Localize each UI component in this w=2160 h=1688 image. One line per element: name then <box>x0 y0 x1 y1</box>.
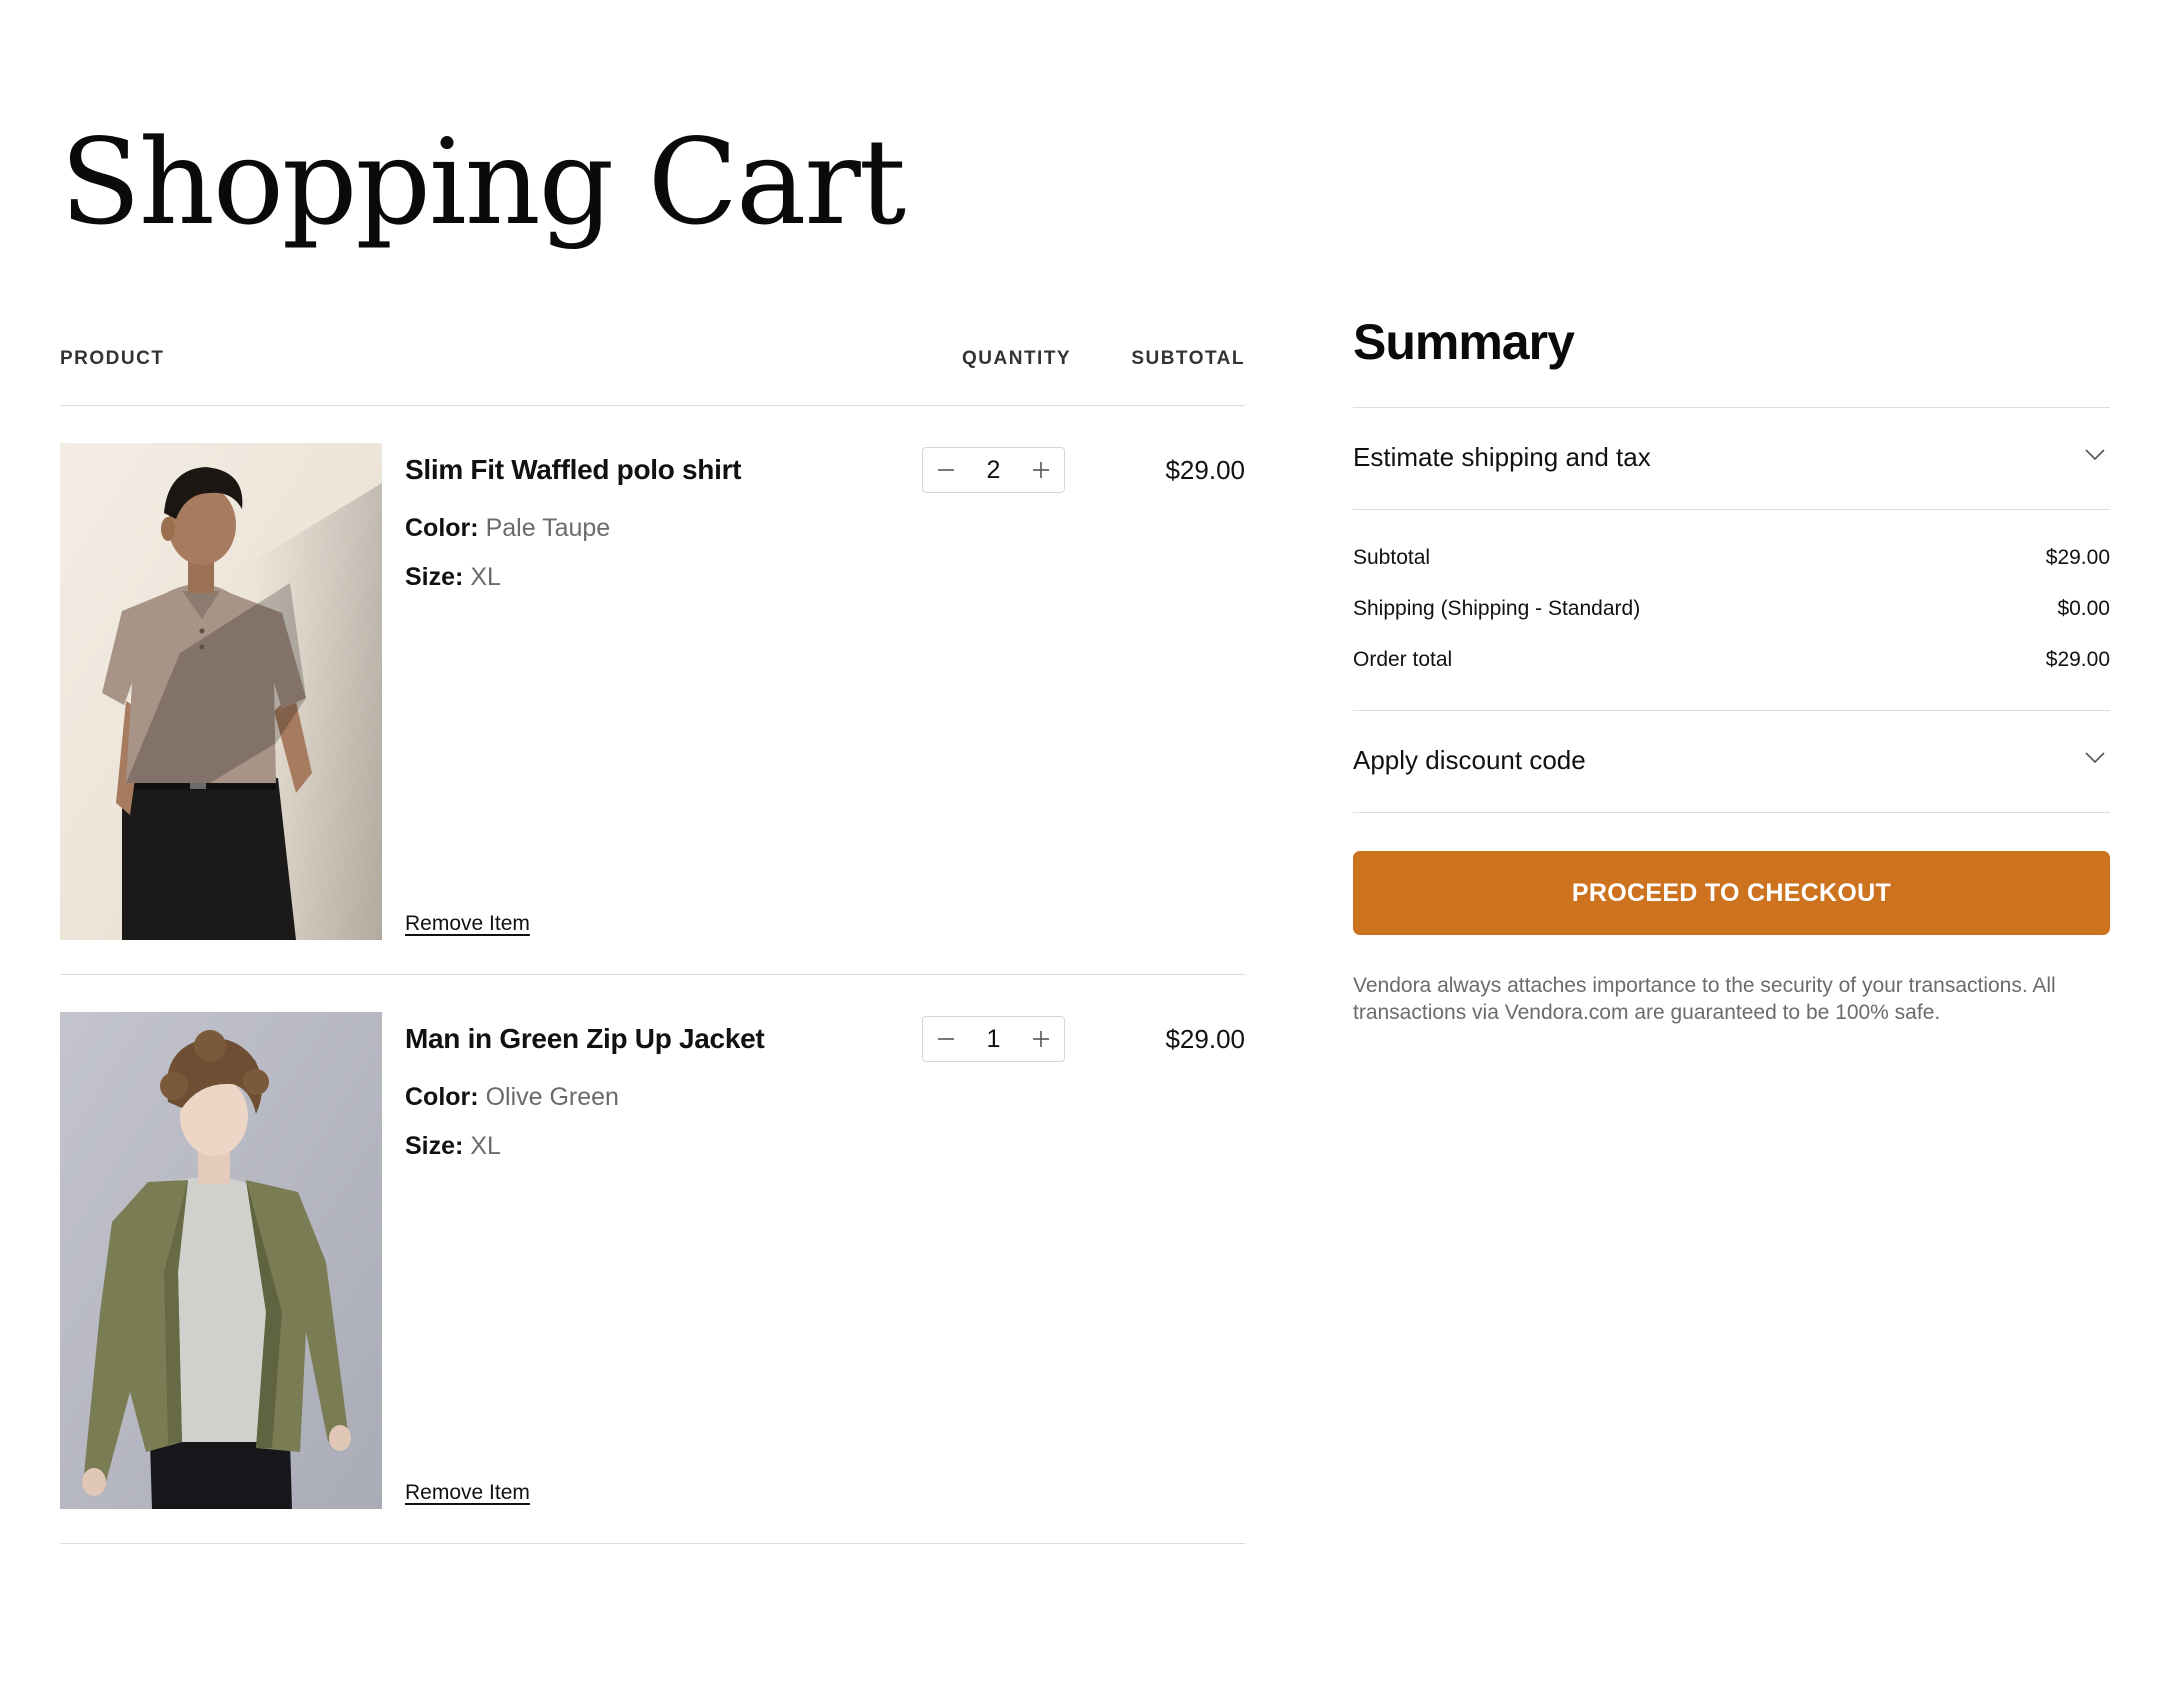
product-color: Color: Olive Green <box>405 1083 619 1112</box>
order-summary: Summary Estimate shipping and tax Subtot… <box>1353 312 2110 1024</box>
order-total-value: $29.00 <box>2045 648 2110 671</box>
shipping-label: Shipping (Shipping - Standard) <box>1353 597 1641 620</box>
quantity-value[interactable]: 2 <box>987 456 1001 485</box>
column-header-subtotal: SUBTOTAL <box>1131 348 1245 369</box>
quantity-increase-button[interactable] <box>1018 448 1064 492</box>
chevron-down-icon <box>2085 449 2105 461</box>
security-note: Vendora always attaches importance to th… <box>1353 974 2056 1024</box>
shipping-value: $0.00 <box>2057 597 2110 620</box>
quantity-stepper: 2 <box>922 447 1065 493</box>
remove-item-link[interactable]: Remove Item <box>405 1481 530 1505</box>
product-name[interactable]: Man in Green Zip Up Jacket <box>405 1023 765 1055</box>
product-size: Size: XL <box>405 1132 501 1161</box>
order-total-label: Order total <box>1353 648 1453 671</box>
cart-item: Slim Fit Waffled polo shirt Color: Pale … <box>60 406 1245 975</box>
minus-icon <box>938 1038 954 1040</box>
product-size: Size: XL <box>405 563 501 592</box>
cart-item: Man in Green Zip Up Jacket Color: Olive … <box>60 975 1245 1544</box>
color-label: Color: <box>405 514 479 542</box>
size-value: XL <box>470 1132 501 1160</box>
plus-icon <box>1033 1031 1049 1047</box>
quantity-value[interactable]: 1 <box>987 1025 1001 1054</box>
chevron-down-icon <box>2085 752 2105 764</box>
color-label: Color: <box>405 1083 479 1111</box>
discount-code-accordion[interactable]: Apply discount code <box>1353 711 2110 813</box>
minus-icon <box>938 469 954 471</box>
quantity-increase-button[interactable] <box>1018 1017 1064 1061</box>
plus-icon <box>1033 462 1049 478</box>
subtotal-row: Subtotal $29.00 <box>1353 546 2110 570</box>
quantity-decrease-button[interactable] <box>923 1017 969 1061</box>
color-value: Pale Taupe <box>485 514 611 542</box>
estimate-shipping-accordion[interactable]: Estimate shipping and tax <box>1353 408 2110 510</box>
shipping-row: Shipping (Shipping - Standard) $0.00 <box>1353 597 2110 621</box>
jacket-photo <box>60 1012 382 1509</box>
color-value: Olive Green <box>485 1083 619 1111</box>
size-label: Size: <box>405 1132 464 1160</box>
estimate-shipping-label: Estimate shipping and tax <box>1353 442 1651 472</box>
column-header-quantity: QUANTITY <box>962 348 1072 369</box>
subtotal-label: Subtotal <box>1353 546 1431 569</box>
cart-header: PRODUCT QUANTITY SUBTOTAL <box>60 340 1245 406</box>
subtotal-value: $29.00 <box>2045 546 2110 569</box>
column-header-product: PRODUCT <box>60 348 165 369</box>
item-subtotal: $29.00 <box>1165 455 1245 485</box>
proceed-to-checkout-button[interactable]: PROCEED TO CHECKOUT <box>1353 851 2110 935</box>
page-title: Shopping Cart <box>60 113 906 251</box>
quantity-decrease-button[interactable] <box>923 448 969 492</box>
product-image[interactable] <box>60 443 382 940</box>
order-totals: Subtotal $29.00 Shipping (Shipping - Sta… <box>1353 510 2110 711</box>
cart-table: PRODUCT QUANTITY SUBTOTAL Slim Fit Waffl… <box>60 340 1245 1544</box>
discount-code-label: Apply discount code <box>1353 745 1586 775</box>
size-label: Size: <box>405 563 464 591</box>
remove-item-link[interactable]: Remove Item <box>405 912 530 936</box>
quantity-stepper: 1 <box>922 1016 1065 1062</box>
product-name[interactable]: Slim Fit Waffled polo shirt <box>405 454 741 486</box>
summary-title: Summary <box>1353 312 2110 408</box>
polo-shirt-photo <box>60 443 382 940</box>
product-image[interactable] <box>60 1012 382 1509</box>
order-total-row: Order total $29.00 <box>1353 648 2110 672</box>
item-subtotal: $29.00 <box>1165 1024 1245 1054</box>
product-color: Color: Pale Taupe <box>405 514 610 543</box>
size-value: XL <box>470 563 501 591</box>
